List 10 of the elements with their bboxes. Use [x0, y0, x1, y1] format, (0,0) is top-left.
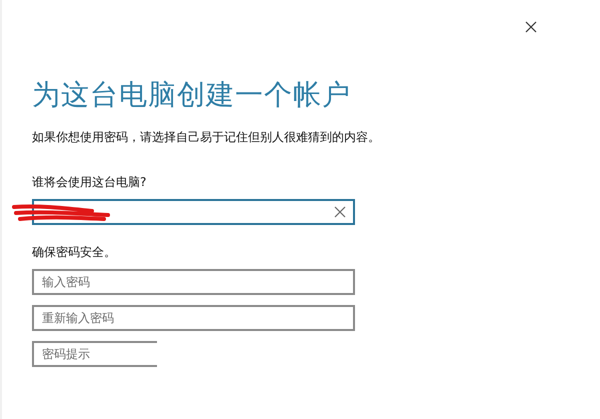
field-label: 谁将会使用这台电脑?: [32, 174, 148, 191]
clear-icon[interactable]: [334, 206, 346, 218]
intro-text: 如果你想使用密码，请选择自己易于记住但别人很难猜到的内容。: [32, 128, 381, 146]
dialog-title: 为这台电脑创建一个帐户: [32, 78, 352, 112]
user-name-field[interactable]: [32, 198, 355, 225]
password-field[interactable]: 输入密码: [32, 268, 355, 295]
password-field[interactable]: 密码提示: [32, 340, 157, 367]
password-field[interactable]: 重新输入密码: [32, 304, 355, 331]
section-label: 确保密码安全。: [32, 244, 117, 261]
close-button[interactable]: [524, 20, 538, 34]
